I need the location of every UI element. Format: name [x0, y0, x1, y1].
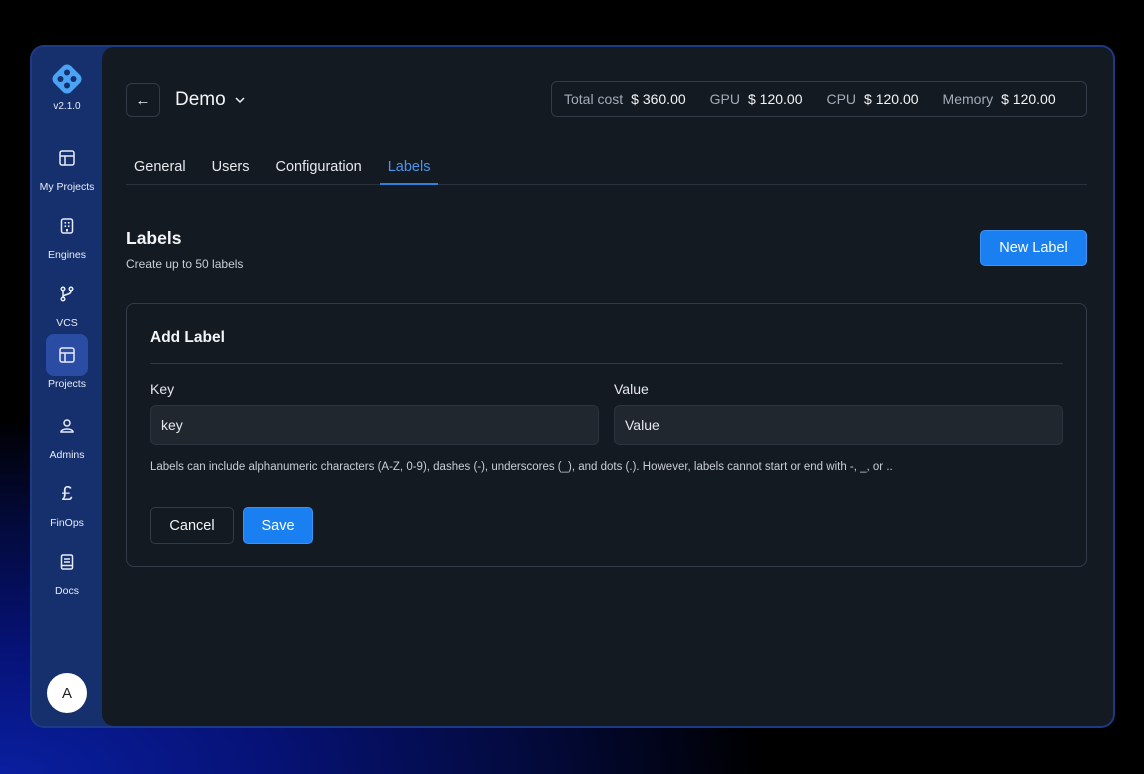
cost-memory: Memory $ 120.00: [943, 91, 1056, 107]
project-name: Demo: [175, 89, 226, 110]
logo-block: v2.1.0: [32, 61, 102, 112]
book-icon: [46, 541, 88, 583]
project-selector[interactable]: Demo: [175, 89, 246, 111]
card-title: Add Label: [150, 329, 225, 346]
sidebar-item-label: Engines: [48, 249, 86, 261]
tab-general[interactable]: General: [126, 149, 194, 185]
add-label-card: Add Label Key key Value Value Labels can…: [126, 303, 1087, 567]
save-button[interactable]: Save: [243, 507, 313, 544]
layout-icon: [46, 137, 88, 179]
sidebar-item-label: Docs: [55, 585, 79, 597]
arrow-left-icon: ←: [135, 91, 151, 109]
back-button[interactable]: ←: [126, 83, 160, 117]
chevron-down-icon: [235, 97, 245, 104]
sidebar-item-projects[interactable]: Projects: [32, 334, 102, 390]
tab-configuration[interactable]: Configuration: [267, 149, 369, 185]
tab-users[interactable]: Users: [204, 149, 258, 185]
cost-label: GPU: [709, 91, 740, 107]
engine-icon: [46, 205, 88, 247]
key-field-label: Key: [150, 381, 175, 397]
cost-label: CPU: [826, 91, 857, 107]
app-version: v2.1.0: [53, 101, 81, 112]
admin-user-icon: [46, 405, 88, 447]
sidebar-item-label: FinOps: [50, 517, 84, 529]
page-title: Labels: [126, 228, 182, 248]
sidebar-item-finops[interactable]: £ FinOps: [32, 473, 102, 530]
sidebar-item-vcs[interactable]: VCS: [32, 273, 102, 329]
value-input[interactable]: Value: [614, 405, 1063, 445]
main-panel: ← Demo Total cost $ 360.00 GPU $ 120.00 …: [102, 47, 1113, 726]
cost-value: $ 360.00: [631, 91, 686, 107]
new-label-button[interactable]: New Label: [980, 230, 1087, 266]
cost-value: $ 120.00: [747, 91, 803, 107]
sidebar-item-admins[interactable]: Admins: [32, 405, 102, 461]
value-field-label: Value: [614, 381, 649, 397]
sidebar-item-label: Admins: [49, 449, 85, 461]
cost-total: Total cost $ 360.00: [564, 91, 686, 107]
sidebar-item-engines[interactable]: Engines: [32, 205, 102, 261]
cost-label: Memory: [942, 91, 994, 107]
page-subtitle: Create up to 50 labels: [126, 257, 244, 271]
sidebar-item-label: VCS: [56, 317, 78, 329]
key-input[interactable]: key: [150, 405, 599, 445]
app-logo-icon[interactable]: [49, 61, 85, 97]
sidebar-item-label: My Projects: [39, 181, 95, 193]
sidebar-item-my-projects[interactable]: My Projects: [32, 137, 102, 193]
tab-bar: General Users Configuration Labels: [126, 149, 1087, 185]
sidebar-item-docs[interactable]: Docs: [32, 541, 102, 597]
cost-gpu: GPU $ 120.00: [710, 91, 803, 107]
sidebar-item-label: Projects: [48, 378, 86, 390]
layout-icon: [46, 334, 88, 376]
git-branch-icon: [46, 273, 88, 315]
avatar[interactable]: A: [47, 673, 87, 713]
cost-label: Total cost: [564, 91, 624, 107]
cost-value: $ 120.00: [1001, 91, 1056, 107]
cost-value: $ 120.00: [864, 91, 919, 107]
sidebar: v2.1.0 My Projects Engines VCS Projects …: [32, 47, 102, 726]
pound-icon: £: [61, 482, 73, 505]
label-rules-hint: Labels can include alphanumeric characte…: [150, 461, 893, 473]
divider: [150, 363, 1063, 364]
cost-summary: Total cost $ 360.00 GPU $ 120.00 CPU $ 1…: [551, 81, 1087, 117]
cost-cpu: CPU $ 120.00: [826, 91, 918, 107]
tab-labels[interactable]: Labels: [379, 149, 439, 185]
cancel-button[interactable]: Cancel: [150, 507, 234, 544]
